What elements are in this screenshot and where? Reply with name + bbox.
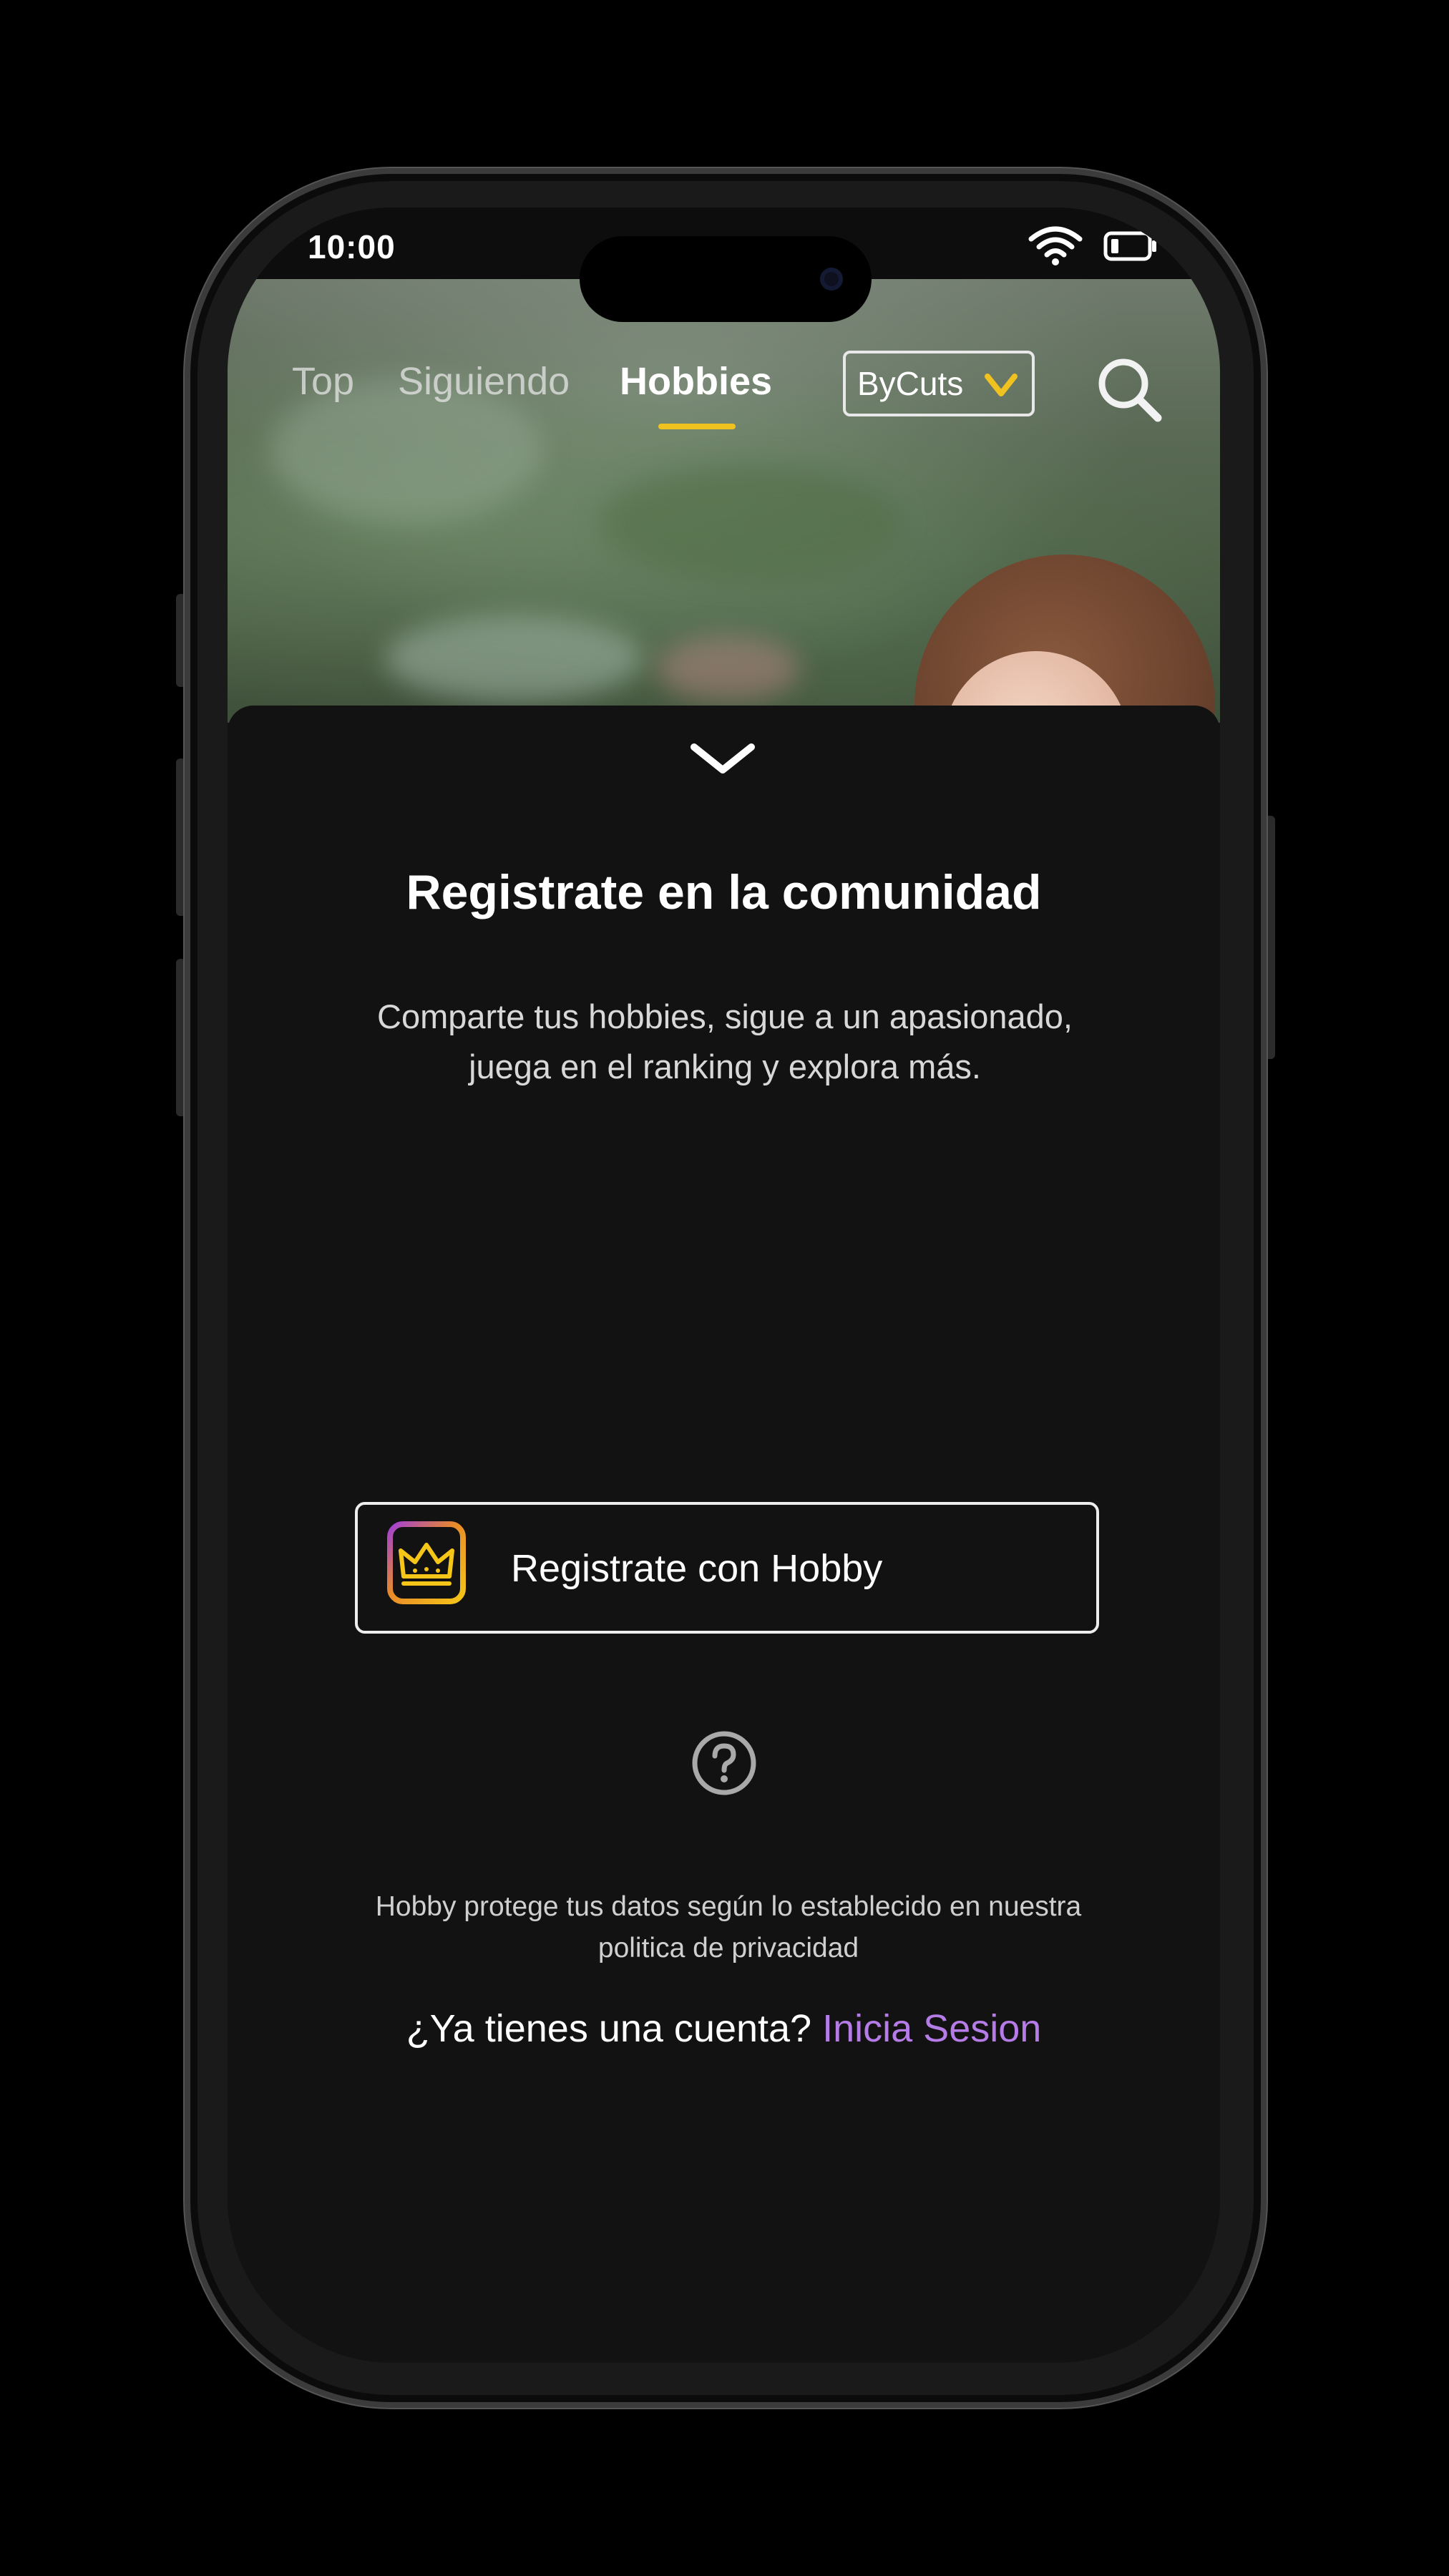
phone-power-button — [1265, 816, 1275, 1059]
sheet-subtitle: Comparte tus hobbies, sigue a un apasion… — [377, 997, 1073, 1085]
login-link[interactable]: Inicia Sesion — [822, 2007, 1041, 2050]
tab-siguiendo[interactable]: Siguiendo — [398, 359, 570, 404]
top-navigation: Top Siguiendo Hobbies ByCuts — [228, 351, 1220, 451]
register-button-label: Registrate con Hobby — [511, 1547, 883, 1590]
question-circle-icon[interactable] — [690, 1729, 758, 1797]
phone-screen: 10:00 Top Siguiendo Hobbies ByCuts Regis… — [228, 208, 1220, 2363]
login-prompt-text: ¿Ya tienes una cuenta? — [406, 2007, 812, 2050]
active-tab-indicator — [658, 424, 736, 429]
sheet-title: Registrate en la comunidad — [406, 865, 1042, 919]
register-bottom-sheet: Registrate en la comunidad Comparte tus … — [228, 706, 1220, 2363]
login-prompt-row: ¿Ya tienes una cuenta? Inicia Sesion — [228, 2006, 1220, 2051]
dynamic-island — [580, 236, 872, 322]
chevron-down-icon — [985, 374, 1018, 396]
privacy-notice: Hobby protege tus datos según lo estable… — [375, 1891, 1082, 1963]
status-time: 10:00 — [308, 228, 396, 265]
hobby-crown-logo — [387, 1521, 466, 1604]
tab-hobbies[interactable]: Hobbies — [620, 359, 772, 404]
chevron-down-icon[interactable] — [687, 734, 758, 784]
register-with-hobby-button[interactable]: Registrate con Hobby — [355, 1502, 1099, 1634]
brand-select-dropdown[interactable]: ByCuts — [843, 351, 1035, 416]
canvas: 10:00 Top Siguiendo Hobbies ByCuts Regis… — [0, 0, 1449, 2576]
front-camera — [820, 268, 843, 291]
hero-background-image — [228, 279, 1220, 855]
status-icons — [1020, 223, 1163, 266]
tab-top[interactable]: Top — [292, 359, 354, 404]
search-icon[interactable] — [1093, 353, 1165, 425]
brand-select-value: ByCuts — [857, 365, 964, 402]
wifi-icon — [1028, 226, 1083, 265]
battery-icon — [1103, 231, 1156, 261]
